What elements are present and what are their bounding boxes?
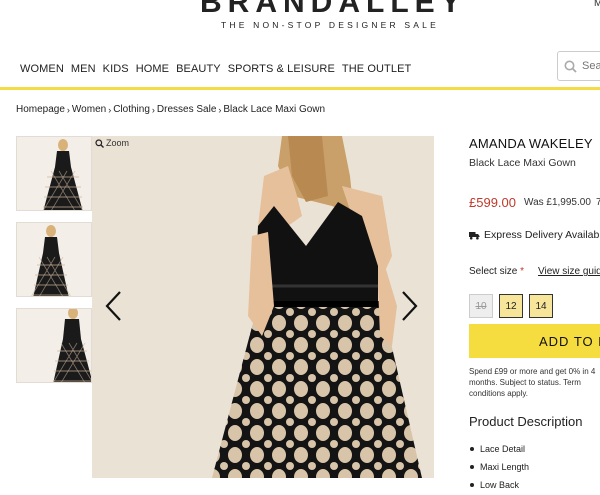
size-option-12[interactable]: 12 [499, 294, 523, 318]
product-name: Black Lace Maxi Gown [469, 157, 576, 169]
logo-text: BRANDALLEY [200, 0, 467, 19]
nav-item-men[interactable]: MEN [71, 63, 96, 75]
bullet-icon [470, 483, 474, 487]
description-item: Lace Detail [469, 440, 529, 458]
nav-item-beauty[interactable]: BEAUTY [176, 63, 221, 75]
search-input[interactable] [582, 60, 600, 72]
chevron-right-icon: › [151, 104, 155, 115]
description-item-text: Lace Detail [480, 444, 526, 454]
product-brand[interactable]: AMANDA WAKELEY [469, 136, 593, 151]
prev-image-button[interactable] [102, 288, 126, 324]
description-item-text: Maxi Length [480, 462, 530, 472]
description-item-text: Low Back [480, 480, 520, 490]
size-guide-link[interactable]: View size guid [538, 266, 600, 277]
zoom-label: Zoom [106, 138, 130, 148]
bullet-icon [470, 465, 474, 469]
zoom-icon [95, 138, 104, 148]
breadcrumb-current: Black Lace Maxi Gown [223, 104, 326, 115]
delivery-info: Express Delivery Availab [469, 229, 599, 241]
search-box[interactable] [557, 51, 600, 81]
breadcrumb-dresses-sale[interactable]: Dresses Sale [157, 104, 216, 115]
size-options: 10 12 14 [469, 294, 553, 318]
main-nav: WOMEN MEN KIDS HOME BEAUTY SPORTS & LEIS… [20, 63, 418, 75]
nav-divider [0, 87, 600, 90]
logo-tagline: THE NON-STOP DESIGNER SALE [221, 20, 439, 30]
chevron-left-icon [105, 291, 121, 321]
description-item: Low Back [469, 476, 529, 494]
zoom-button[interactable]: Zoom [95, 138, 129, 148]
thumbnail-2[interactable] [16, 222, 92, 297]
size-option-10: 10 [469, 294, 493, 318]
description-item: Maxi Length [469, 458, 529, 476]
original-price: Was £1,995.00 [524, 197, 591, 208]
next-image-button[interactable] [397, 288, 421, 324]
thumbnail-3[interactable] [16, 308, 92, 383]
nav-item-the-outlet[interactable]: THE OUTLET [342, 63, 411, 75]
truck-icon [469, 231, 480, 239]
description-list: Lace Detail Maxi Length Low Back [469, 440, 529, 494]
chevron-right-icon: › [66, 104, 70, 115]
nav-item-home[interactable]: HOME [136, 63, 169, 75]
description-title: Product Description [469, 414, 583, 429]
search-icon[interactable] [564, 60, 577, 73]
chevron-right-icon: › [108, 104, 112, 115]
size-option-14[interactable]: 14 [529, 294, 553, 318]
product-photo [92, 136, 434, 478]
header-corner-text[interactable]: M [594, 0, 600, 9]
main-product-image[interactable]: Zoom [92, 136, 434, 478]
delivery-text: Express Delivery Availab [484, 229, 600, 241]
breadcrumb-clothing[interactable]: Clothing [113, 104, 150, 115]
size-label: Select size * [469, 266, 524, 277]
nav-item-kids[interactable]: KIDS [103, 63, 129, 75]
nav-item-women[interactable]: WOMEN [20, 63, 64, 75]
size-label-text: Select size [469, 266, 518, 277]
nav-item-sports-leisure[interactable]: SPORTS & LEISURE [228, 63, 335, 75]
thumbnail-list [16, 136, 92, 394]
current-price: £599.00 [469, 195, 516, 210]
breadcrumb: Homepage › Women › Clothing › Dresses Sa… [16, 104, 325, 115]
finance-info: Spend £99 or more and get 0% in 4 months… [469, 367, 596, 398]
chevron-right-icon [402, 291, 418, 321]
breadcrumb-homepage[interactable]: Homepage [16, 104, 65, 115]
chevron-right-icon: › [218, 104, 222, 115]
bullet-icon [470, 447, 474, 451]
brand-logo[interactable]: BRANDALLEY THE NON-STOP DESIGNER SALE [200, 0, 467, 30]
discount-label: 7 [596, 197, 600, 208]
breadcrumb-women[interactable]: Women [72, 104, 106, 115]
thumbnail-1[interactable] [16, 136, 92, 211]
add-to-bag-button[interactable]: ADD TO B [469, 324, 600, 358]
required-marker: * [520, 266, 525, 277]
